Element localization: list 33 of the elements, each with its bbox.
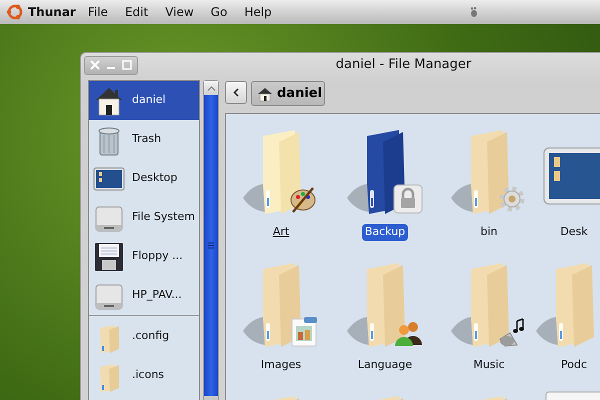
sidebar-item[interactable]: HP_PAV... <box>89 276 199 315</box>
file-label[interactable]: Desk <box>557 224 591 240</box>
chevron-left-icon[interactable] <box>233 88 239 97</box>
scrollbar[interactable] <box>203 80 219 400</box>
sidebar-item[interactable]: Floppy ... <box>89 237 199 276</box>
app-name[interactable]: Thunar <box>28 3 76 21</box>
sidebar-item[interactable]: Desktop <box>89 159 199 198</box>
file-label[interactable]: Backup <box>362 224 408 240</box>
menu-item[interactable]: File <box>88 3 108 21</box>
sidebar-item[interactable]: .config <box>89 317 199 356</box>
menu-item[interactable]: Edit <box>124 3 148 21</box>
file-label[interactable]: Art <box>270 224 292 240</box>
menu-item[interactable]: Help <box>244 3 272 21</box>
sidebar-item[interactable]: File System <box>89 198 199 237</box>
file-label[interactable]: bin <box>477 224 500 240</box>
file-label[interactable]: Images <box>258 357 304 374</box>
close-icon[interactable] <box>90 60 100 70</box>
sidebar-item[interactable]: Trash <box>89 120 199 159</box>
sidebar-item[interactable]: .icons <box>89 356 199 395</box>
menu-item[interactable]: View <box>165 3 194 21</box>
back-button[interactable] <box>225 81 247 104</box>
logo-icon[interactable] <box>6 3 24 21</box>
file-label[interactable]: Language <box>354 357 416 374</box>
path-button[interactable]: daniel <box>251 81 326 106</box>
file-label[interactable]: Music <box>470 357 508 374</box>
home-icon[interactable] <box>257 86 273 102</box>
maximize-icon[interactable] <box>122 60 132 70</box>
grip-icon[interactable] <box>208 242 214 249</box>
window-title: daniel - File Manager <box>334 56 472 74</box>
sidebar-item[interactable]: daniel <box>89 81 199 120</box>
footprint-icon[interactable] <box>470 7 478 17</box>
file-label[interactable]: Podc <box>558 357 590 374</box>
menu-item[interactable]: Go <box>210 3 228 21</box>
